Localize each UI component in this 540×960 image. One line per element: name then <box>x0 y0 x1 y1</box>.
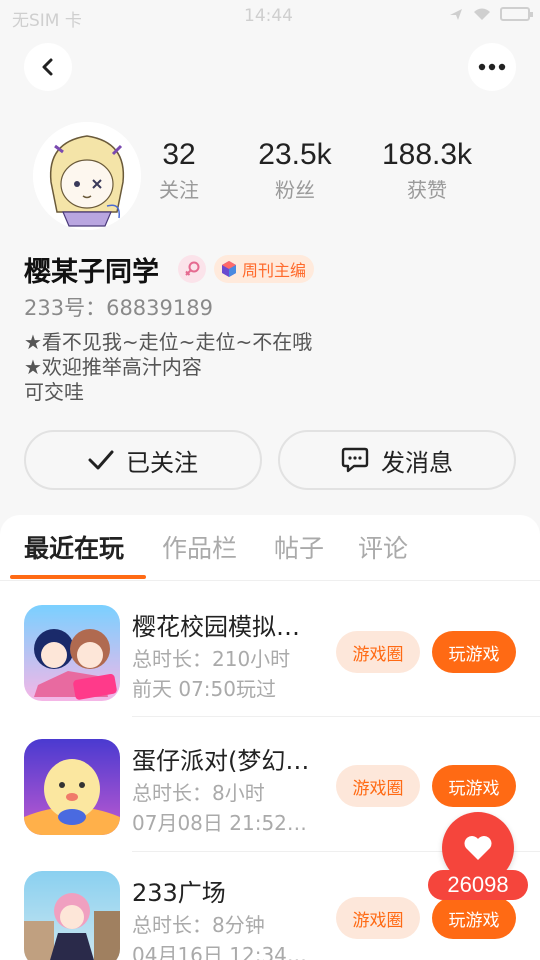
bio-line: 可交哇 <box>24 380 84 404</box>
game-circle-button[interactable]: 游戏圈 <box>336 897 420 939</box>
cube-icon <box>222 261 236 277</box>
tab-works[interactable]: 作品栏 <box>162 529 237 565</box>
likes-label: 获赞 <box>407 178 447 202</box>
fans-label: 粉丝 <box>275 178 315 202</box>
stat-following[interactable]: 32 关注 <box>150 138 208 203</box>
game-title: 233广场 <box>132 879 226 907</box>
stat-fans[interactable]: 23.5k 粉丝 <box>250 138 340 203</box>
followed-button[interactable]: 已关注 <box>24 430 262 490</box>
message-button[interactable]: 发消息 <box>278 430 516 490</box>
status-icons <box>448 6 533 22</box>
following-label: 关注 <box>159 178 199 202</box>
game-title: 蛋仔派对(梦幻… <box>132 747 310 775</box>
game-circle-button[interactable]: 游戏圈 <box>336 631 420 673</box>
play-game-button[interactable]: 玩游戏 <box>432 765 516 807</box>
wifi-icon <box>474 8 490 20</box>
play-game-button[interactable]: 玩游戏 <box>432 897 516 939</box>
anime-girl-avatar-icon <box>33 122 141 230</box>
tab-comments[interactable]: 评论 <box>358 529 408 565</box>
tab-recent[interactable]: 最近在玩 <box>24 529 124 565</box>
heart-icon <box>464 836 492 860</box>
more-button[interactable] <box>468 43 516 91</box>
badge-label: 周刊主编 <box>242 261 307 280</box>
chat-bubble-icon <box>341 447 369 473</box>
tab-bar: 最近在玩 作品栏 帖子 评论 <box>0 515 540 581</box>
favorite-count: 26098 <box>428 870 528 900</box>
avatar[interactable] <box>33 122 141 230</box>
game-icon-eggy-party <box>24 739 120 835</box>
battery-icon <box>500 7 533 21</box>
editor-badge[interactable]: 周刊主编 <box>214 255 315 283</box>
followed-label: 已关注 <box>126 448 198 477</box>
message-label: 发消息 <box>381 448 453 477</box>
game-last-played: 前天 07:50玩过 <box>132 677 276 701</box>
user-bio: ★看不见我~走位~走位~不在哦 ★欢迎推举高汁内容 可交哇 <box>24 330 312 405</box>
game-duration: 总时长：8小时 <box>132 781 265 805</box>
following-count: 32 <box>162 138 196 171</box>
tab-posts[interactable]: 帖子 <box>274 529 324 565</box>
checkmark-icon <box>88 450 114 470</box>
user-id: 233号：68839189 <box>24 296 213 320</box>
bio-line: ★看不见我~走位~走位~不在哦 <box>24 330 313 354</box>
game-title: 樱花校园模拟… <box>132 613 300 641</box>
status-bar: 无SIM 卡 14:44 <box>0 0 540 34</box>
more-dots-icon <box>478 63 506 71</box>
fans-count: 23.5k <box>258 138 332 171</box>
game-row[interactable]: 樱花校园模拟… 总时长：210小时 前天 07:50玩过 游戏圈 玩游戏 <box>0 581 540 715</box>
game-last-played: 04月16日 12:34… <box>132 943 307 960</box>
play-game-button[interactable]: 玩游戏 <box>432 631 516 673</box>
carrier-text: 无SIM 卡 <box>12 11 82 31</box>
likes-count: 188.3k <box>381 138 473 171</box>
airplane-icon <box>450 9 462 20</box>
game-last-played: 07月08日 21:52… <box>132 811 307 835</box>
game-duration: 总时长：8分钟 <box>132 913 265 937</box>
female-gender-icon <box>178 255 206 283</box>
game-duration: 总时长：210小时 <box>132 647 291 671</box>
back-button[interactable] <box>24 43 72 91</box>
clock: 14:44 <box>244 6 293 26</box>
tab-indicator <box>10 575 146 579</box>
user-name: 樱某子同学 <box>24 257 159 288</box>
chevron-left-icon <box>42 58 53 76</box>
bio-line: ★欢迎推举高汁内容 <box>24 355 202 379</box>
game-icon-233-plaza <box>24 871 120 960</box>
game-icon-sakura <box>24 605 120 701</box>
game-circle-button[interactable]: 游戏圈 <box>336 765 420 807</box>
stat-likes: 188.3k 获赞 <box>374 138 480 203</box>
